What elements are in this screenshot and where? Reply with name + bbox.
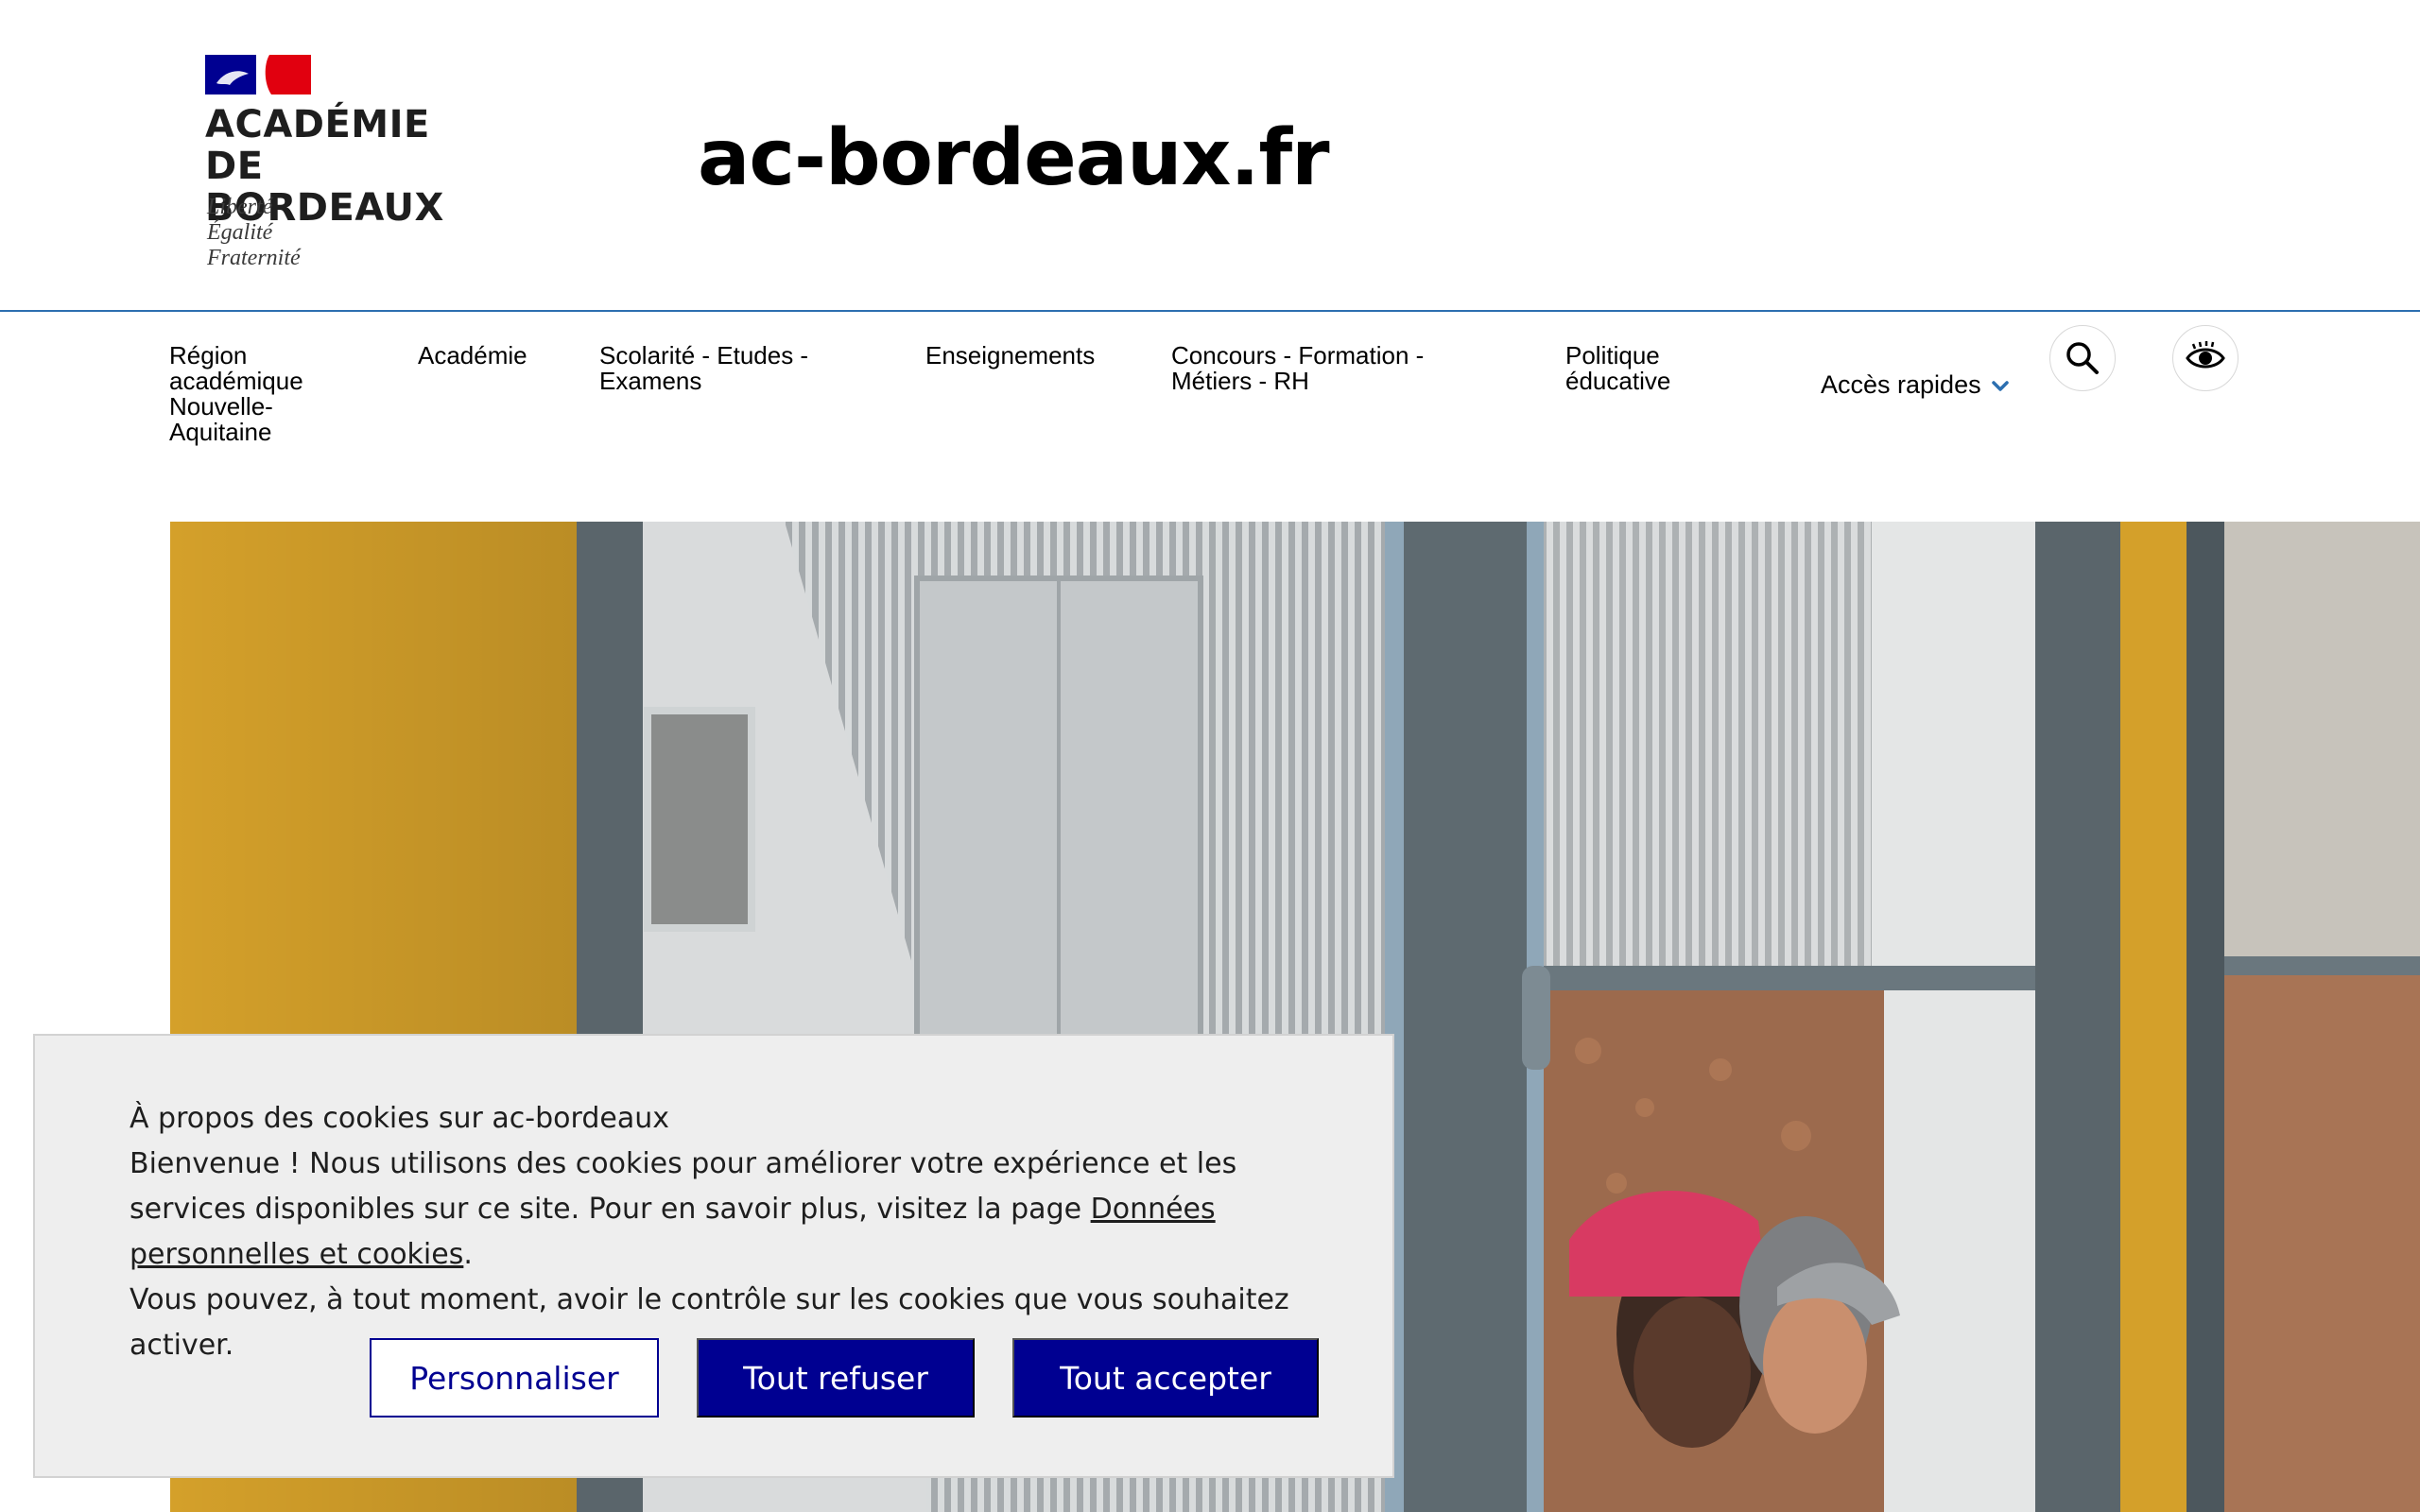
nav-item-politique-educative[interactable]: Politique éducative [1565, 343, 1670, 394]
nav-item-label: Scolarité - Etudes - [599, 341, 809, 369]
main-navigation: Région académique Nouvelle- Aquitaine Ac… [0, 312, 2420, 454]
nav-item-label: Enseignements [925, 341, 1096, 369]
nav-item-label: Examens [599, 367, 702, 395]
quick-access-dropdown[interactable]: Accès rapides [1821, 370, 2010, 399]
nav-item-label: Métiers - RH [1171, 367, 1309, 395]
accessibility-display-button[interactable] [2172, 325, 2238, 391]
cookie-body-punctuation: . [463, 1238, 473, 1271]
nav-item-label: académique [169, 367, 303, 395]
site-title[interactable]: ac-bordeaux.fr [698, 112, 1330, 206]
refuse-all-cookies-button[interactable]: Tout refuser [697, 1338, 975, 1418]
nav-item-academie[interactable]: Académie [418, 343, 527, 369]
search-button[interactable] [2049, 325, 2116, 391]
accept-all-cookies-button[interactable]: Tout accepter [1012, 1338, 1319, 1418]
nav-item-label: éducative [1565, 367, 1671, 395]
cookie-banner-body: Bienvenue ! Nous utilisons des cookies p… [130, 1142, 1340, 1278]
customize-cookies-button[interactable]: Personnaliser [370, 1338, 659, 1418]
nav-item-label: Nouvelle- [169, 392, 273, 421]
cookie-banner-title: À propos des cookies sur ac-bordeaux [130, 1102, 669, 1135]
nav-item-region-academique[interactable]: Région académique Nouvelle- Aquitaine [169, 343, 303, 445]
search-icon [2066, 342, 2099, 374]
logo-motto: Liberté Égalité Fraternité [207, 195, 301, 270]
nav-item-enseignements[interactable]: Enseignements [925, 343, 1095, 369]
academie-logo[interactable]: ACADÉMIE DE BORDEAUX Liberté Égalité Fra… [205, 55, 508, 274]
quick-access-label: Accès rapides [1821, 370, 1981, 399]
nav-item-concours[interactable]: Concours - Formation - Métiers - RH [1171, 343, 1424, 394]
nav-item-label: Région [169, 341, 248, 369]
nav-item-label: Académie [418, 341, 527, 369]
marianne-flag-icon [205, 55, 311, 94]
site-header: ACADÉMIE DE BORDEAUX Liberté Égalité Fra… [0, 0, 2420, 312]
eye-icon [2186, 341, 2225, 369]
cookie-body-text: Bienvenue ! Nous utilisons des cookies p… [130, 1147, 1237, 1226]
cookie-banner-text: À propos des cookies sur ac-bordeaux Bie… [130, 1096, 1340, 1368]
cookie-consent-banner: À propos des cookies sur ac-bordeaux Bie… [33, 1034, 1394, 1478]
nav-item-scolarite[interactable]: Scolarité - Etudes - Examens [599, 343, 808, 394]
nav-item-label: Politique [1565, 341, 1660, 369]
nav-item-label: Concours - Formation - [1171, 341, 1425, 369]
nav-item-label: Aquitaine [169, 418, 272, 446]
chevron-down-icon [1991, 381, 2009, 391]
